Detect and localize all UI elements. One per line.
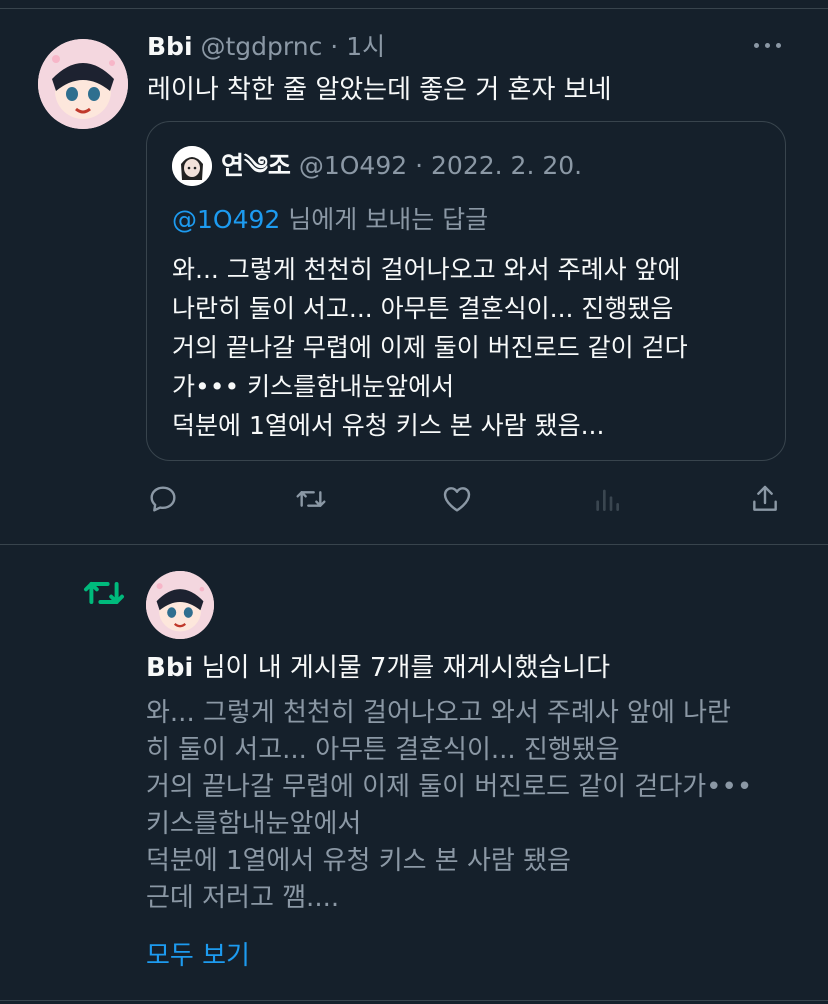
avatar[interactable] (146, 571, 214, 639)
quoted-avatar[interactable] (172, 146, 212, 186)
retweet-icon (82, 575, 126, 611)
avatar[interactable] (38, 39, 128, 129)
reply-to-link[interactable]: @1O492 (172, 205, 280, 234)
author-handle[interactable]: @tgdprnc (200, 32, 322, 61)
reply-context: @1O492 님에게 보내는 답글 (172, 202, 488, 238)
notice-suffix: 님이 내 게시물 7개를 재게시했습니다 (193, 653, 611, 683)
tweet-text: 레이나 착한 줄 알았는데 좋은 거 혼자 보네 (147, 75, 612, 105)
quoted-text: 와... 그렇게 천천히 걸어나오고 와서 주례사 앞에 나란히 둘이 서고..… (172, 255, 688, 440)
author-name[interactable]: Bbi (146, 653, 193, 683)
analytics-icon[interactable] (587, 479, 627, 519)
retweet-icon[interactable] (291, 479, 331, 519)
author-name[interactable]: Bbi (147, 32, 193, 61)
tweet-actions (0, 479, 828, 519)
tweet-time[interactable]: 1시 (346, 32, 385, 61)
quoted-header: 연༄조 @1O492 · 2022. 2. 20. (221, 148, 582, 184)
repost-notification[interactable]: Bbi 님이 내 게시물 7개를 재게시했습니다 와... 그렇게 천천히 걸어… (0, 545, 828, 1001)
separator: · (330, 32, 339, 61)
share-icon[interactable] (745, 479, 785, 519)
quoted-tweet[interactable]: 연༄조 @1O492 · 2022. 2. 20. @1O492 님에게 보내는… (146, 121, 786, 461)
like-icon[interactable] (437, 479, 477, 519)
quoted-author-name[interactable]: 연༄조 (221, 151, 291, 180)
repost-notice-text: Bbi 님이 내 게시물 7개를 재게시했습니다 (146, 649, 610, 687)
reply-icon[interactable] (143, 479, 183, 519)
tweet-header: Bbi @tgdprnc · 1시 (147, 31, 385, 63)
tweet[interactable]: Bbi @tgdprnc · 1시 레이나 착한 줄 알았는데 좋은 거 혼자 … (0, 9, 828, 545)
reposted-preview-text: 와... 그렇게 천천히 걸어나오고 와서 주례사 앞에 나란 히 둘이 서고.… (146, 698, 753, 913)
top-divider (0, 0, 828, 9)
quoted-date[interactable]: 2022. 2. 20. (431, 151, 582, 180)
more-options-icon[interactable] (750, 33, 786, 57)
separator: · (415, 151, 424, 180)
see-all-link[interactable]: 모두 보기 (146, 938, 250, 974)
quoted-handle[interactable]: @1O492 (299, 151, 407, 180)
reply-suffix: 님에게 보내는 답글 (280, 205, 489, 234)
